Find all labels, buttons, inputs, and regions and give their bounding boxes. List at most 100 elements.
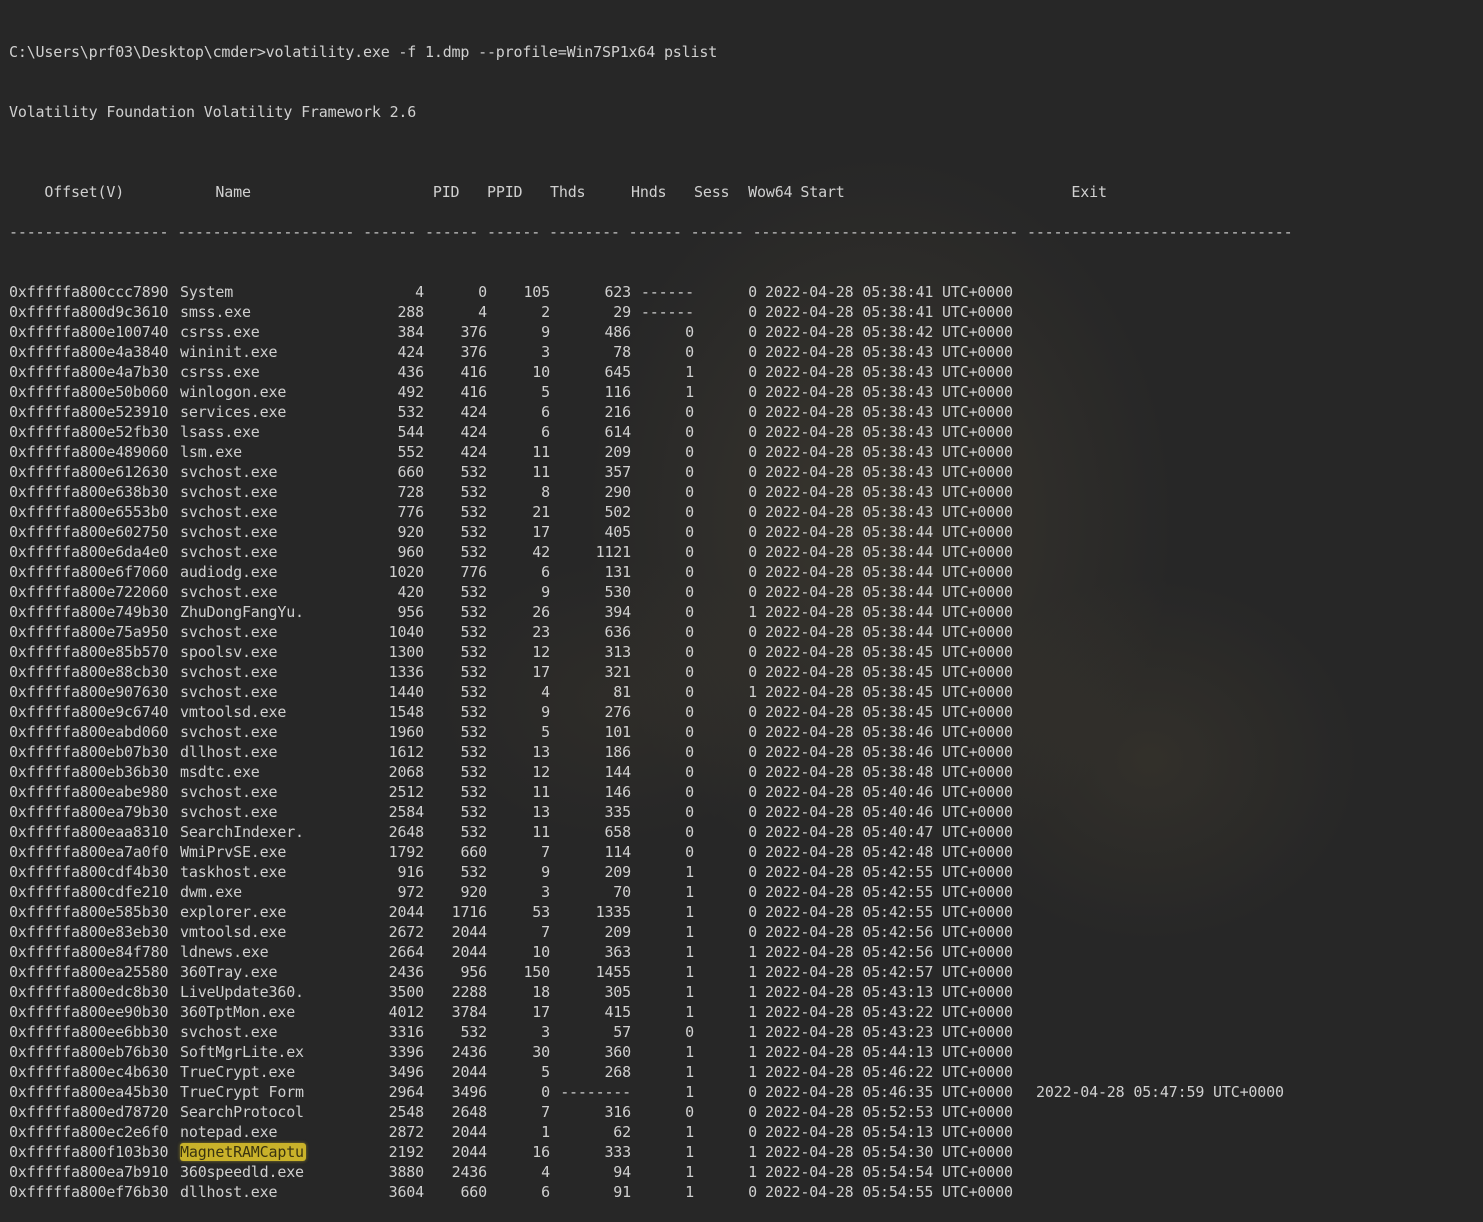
cell-pid: 4012 [388,1003,425,1021]
table-row: 0xfffffa800ed78720 SearchProtocol 2548 2648… [9,1102,1351,1122]
command-line: C:\Users\prf03\Desktop\cmder>volatility.… [9,43,718,61]
cell-name: winlogon.exe [180,383,287,401]
cell-offset: 0xfffffa800d9c3610 [9,303,169,321]
table-row: 0xfffffa800ea25580 360Tray.exe 2436 956 150 1… [9,962,1351,982]
cell-thds: 7 [541,923,550,941]
cell-name: TrueCrypt Form [180,1083,304,1101]
cell-ppid: 532 [460,743,487,761]
cell-name: services.exe [180,403,287,421]
cell-thds: 16 [532,1143,550,1161]
cell-thds: 23 [532,623,550,641]
cell-hnds: 101 [604,723,631,741]
cell-sess: ------ [640,283,694,301]
separator-ppid: ------ [425,223,479,241]
cell-wow64: 1 [748,963,757,981]
cell-name: 360speedld.exe [180,1163,304,1181]
cell-hnds: 57 [613,1023,631,1041]
table-row: 0xfffffa800eb36b30 msdtc.exe 2068 532 12 144 0… [9,762,1351,782]
cell-hnds: 78 [613,343,631,361]
cell-ppid: 424 [460,443,487,461]
cell-sess: 1 [685,943,694,961]
cell-pid: 1792 [388,843,425,861]
cell-hnds: 530 [604,583,631,601]
cell-pid: 420 [397,583,424,601]
cell-name: svchost.exe [180,623,278,641]
cell-name: dllhost.exe [180,1183,278,1201]
cell-start: 2022-04-28 05:38:43 UTC+0000 [765,343,1013,361]
cell-name: audiodg.exe [180,563,278,581]
cell-thds: 8 [541,483,550,501]
cell-start: 2022-04-28 05:42:56 UTC+0000 [765,923,1013,941]
cell-wow64: 0 [748,803,757,821]
cell-start: 2022-04-28 05:38:44 UTC+0000 [765,563,1013,581]
cell-hnds: 29 [613,303,631,321]
cell-wow64: 0 [748,823,757,841]
table-header: Offset(V) Name PID PPID Thds Hnds Sess Wow64 Sta… [9,162,1351,201]
cell-sess: 1 [685,1043,694,1061]
cell-wow64: 0 [748,723,757,741]
cell-thds: 13 [532,803,550,821]
cell-thds: 3 [541,883,550,901]
highlighted-process-name: MagnetRAMCaptu [180,1143,306,1161]
cell-start: 2022-04-28 05:43:13 UTC+0000 [765,983,1013,1001]
cell-offset: 0xfffffa800e9c6740 [9,703,169,721]
cell-pid: 3604 [388,1183,425,1201]
cell-offset: 0xfffffa800edc8b30 [9,983,169,1001]
cell-start: 2022-04-28 05:38:43 UTC+0000 [765,423,1013,441]
table-row: 0xfffffa800e52fb30 lsass.exe 544 424 6 614 0 0 2… [9,422,1351,442]
cell-ppid: 3784 [451,1003,488,1021]
cell-sess: 0 [685,783,694,801]
cell-wow64: 0 [748,703,757,721]
cell-name: dllhost.exe [180,743,278,761]
cell-sess: 0 [685,643,694,661]
cell-ppid: 532 [460,543,487,561]
terminal-output[interactable]: C:\Users\prf03\Desktop\cmder>volatility.… [9,2,1351,1222]
cell-wow64: 0 [748,543,757,561]
cell-name: svchost.exe [180,503,278,521]
cell-name: svchost.exe [180,583,278,601]
cell-hnds: 91 [613,1183,631,1201]
cell-hnds: 1335 [595,903,632,921]
cell-offset: 0xfffffa800ee90b30 [9,1003,169,1021]
cell-start: 2022-04-28 05:38:45 UTC+0000 [765,683,1013,701]
cell-offset: 0xfffffa800e722060 [9,583,169,601]
cell-wow64: 0 [748,1083,757,1101]
cell-name: smss.exe [180,303,251,321]
cell-ppid: 532 [460,703,487,721]
cell-thds: 13 [532,743,550,761]
cell-thds: 3 [541,1023,550,1041]
cell-start: 2022-04-28 05:43:23 UTC+0000 [765,1023,1013,1041]
cell-hnds: 114 [604,843,631,861]
cell-ppid: 532 [460,643,487,661]
cell-start: 2022-04-28 05:38:46 UTC+0000 [765,743,1013,761]
cell-thds: 9 [541,703,550,721]
cell-sess: 0 [685,543,694,561]
cell-offset: 0xfffffa800eb07b30 [9,743,169,761]
cell-wow64: 0 [748,903,757,921]
cell-hnds: 62 [613,1123,631,1141]
cell-start: 2022-04-28 05:38:43 UTC+0000 [765,383,1013,401]
cell-start: 2022-04-28 05:40:46 UTC+0000 [765,783,1013,801]
cell-thds: 10 [532,943,550,961]
cell-thds: 0 [541,1083,550,1101]
cell-hnds: 268 [604,1063,631,1081]
cell-hnds: 209 [604,443,631,461]
cell-wow64: 0 [748,323,757,341]
cell-wow64: 1 [748,1003,757,1021]
separator-hnds: -------- [548,223,620,241]
cell-pid: 384 [397,323,424,341]
cell-ppid: 532 [460,863,487,881]
cell-wow64: 0 [748,743,757,761]
cell-pid: 424 [397,343,424,361]
cell-thds: 150 [523,963,550,981]
cell-offset: 0xfffffa800e52fb30 [9,423,169,441]
cell-pid: 916 [397,863,424,881]
cell-sess: 0 [685,443,694,461]
cell-ppid: 532 [460,603,487,621]
cell-offset: 0xfffffa800cdfe210 [9,883,169,901]
cell-thds: 11 [532,783,550,801]
cell-hnds: 502 [604,503,631,521]
cell-offset: 0xfffffa800eb36b30 [9,763,169,781]
table-row: 0xfffffa800e722060 svchost.exe 420 532 9 530 0… [9,582,1351,602]
cell-pid: 2512 [388,783,425,801]
